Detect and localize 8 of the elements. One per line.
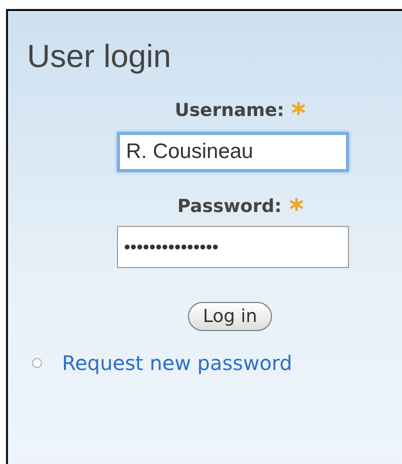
- block-title: User login: [26, 37, 172, 75]
- bullet-icon: [32, 358, 42, 368]
- field-label: Password:: [177, 196, 282, 218]
- input-field[interactable]: R. Cousineau: [117, 132, 349, 172]
- request-password-link[interactable]: Request new password: [62, 351, 292, 375]
- field-label: Username:: [174, 100, 284, 122]
- login-button[interactable]: Log in: [188, 302, 272, 331]
- input-field[interactable]: •••••••••••••••: [117, 226, 349, 268]
